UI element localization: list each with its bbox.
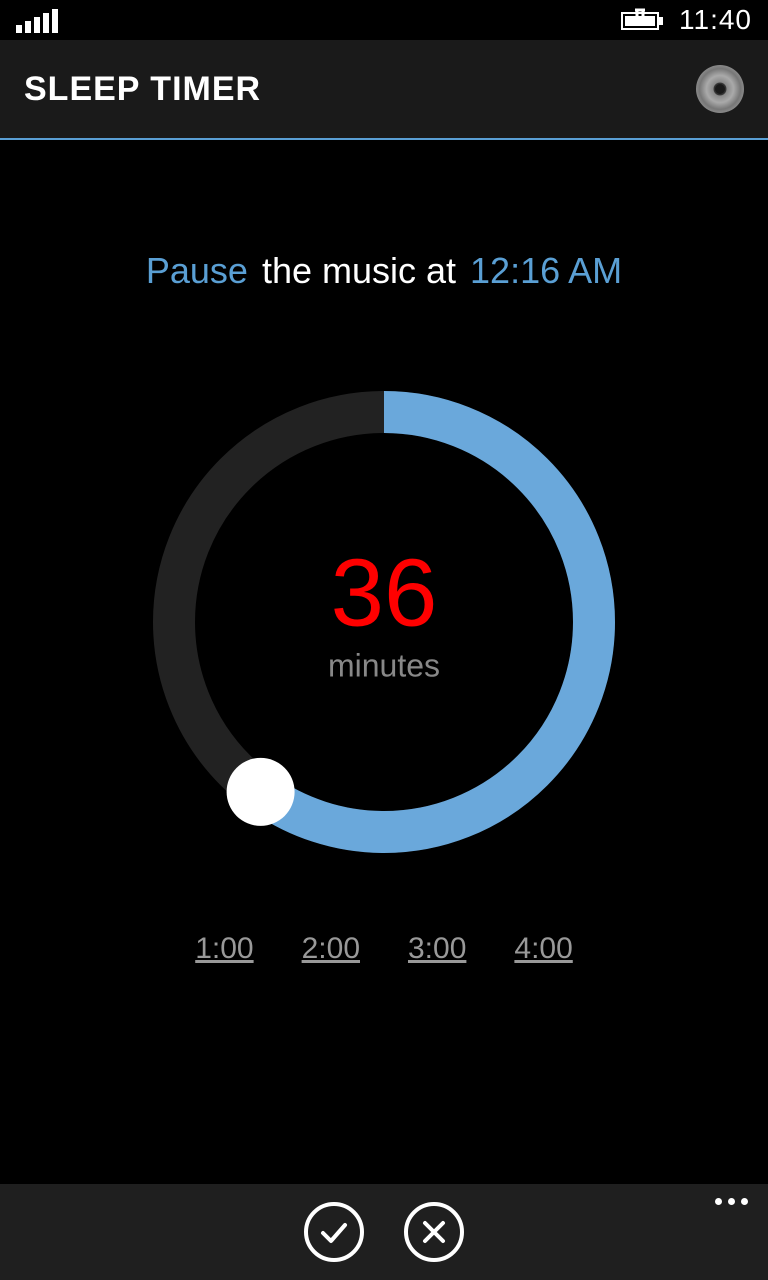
- preset-2[interactable]: 2:00: [302, 932, 360, 966]
- dial-handle: [227, 758, 295, 826]
- action-link[interactable]: Pause: [146, 250, 248, 292]
- preset-4[interactable]: 4:00: [514, 932, 572, 966]
- check-icon: [317, 1215, 351, 1249]
- app-bar: [0, 1184, 768, 1280]
- battery-icon: [621, 8, 665, 32]
- timer-sentence: Pause the music at 12:16 AM: [0, 250, 768, 292]
- preset-3[interactable]: 3:00: [408, 932, 466, 966]
- timer-dial[interactable]: 36 minutes: [144, 382, 624, 862]
- main-content: Pause the music at 12:16 AM 36 minutes 1…: [0, 140, 768, 966]
- app-header: SLEEP TIMER: [0, 40, 768, 140]
- close-icon: [419, 1217, 449, 1247]
- timer-value: 36: [328, 546, 440, 642]
- status-bar: 11:40: [0, 0, 768, 40]
- disc-icon[interactable]: [696, 65, 744, 113]
- signal-icon: [16, 7, 58, 33]
- cancel-button[interactable]: [404, 1202, 464, 1262]
- more-button[interactable]: [715, 1198, 748, 1205]
- timer-unit: minutes: [328, 648, 440, 685]
- preset-row: 1:00 2:00 3:00 4:00: [0, 932, 768, 966]
- sentence-mid: the music at: [262, 250, 456, 292]
- preset-1[interactable]: 1:00: [195, 932, 253, 966]
- confirm-button[interactable]: [304, 1202, 364, 1262]
- app-title: SLEEP TIMER: [24, 70, 261, 109]
- status-clock: 11:40: [679, 4, 752, 36]
- target-time-link[interactable]: 12:16 AM: [470, 250, 622, 292]
